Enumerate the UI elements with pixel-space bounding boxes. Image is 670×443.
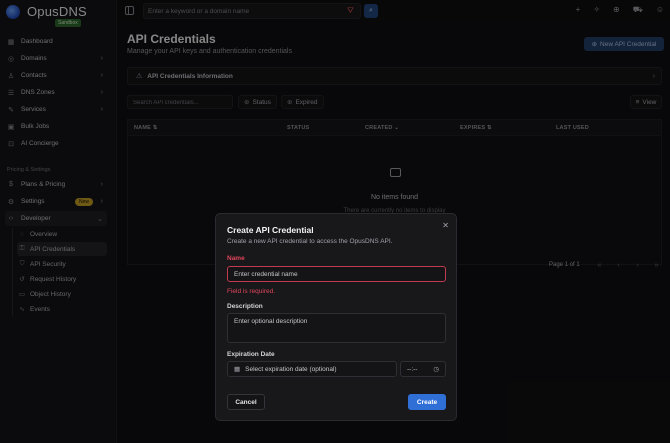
clock-icon: ◷ bbox=[433, 366, 439, 373]
name-error-message: Field is required. bbox=[227, 288, 276, 295]
description-label: Description bbox=[227, 303, 263, 310]
close-icon[interactable]: ✕ bbox=[442, 221, 449, 230]
create-button[interactable]: Create bbox=[408, 394, 446, 410]
cancel-button[interactable]: Cancel bbox=[227, 394, 265, 410]
name-label: Name bbox=[227, 255, 245, 262]
time-value: --:-- bbox=[407, 365, 418, 373]
expiration-date-label: Expiration Date bbox=[227, 351, 275, 358]
date-picker-label: Select expiration date (optional) bbox=[245, 365, 337, 373]
calendar-icon: ▦ bbox=[234, 366, 241, 373]
expiration-date-picker[interactable]: ▦ Select expiration date (optional) bbox=[227, 361, 397, 377]
expiration-time-input[interactable]: --:-- ◷ bbox=[400, 361, 446, 377]
name-field[interactable] bbox=[227, 266, 446, 282]
dialog-title: Create API Credential bbox=[227, 225, 314, 235]
dialog-description: Create a new API credential to access th… bbox=[227, 238, 393, 245]
create-credential-dialog: Create API Credential Create a new API c… bbox=[215, 213, 457, 421]
description-field[interactable] bbox=[227, 313, 446, 343]
